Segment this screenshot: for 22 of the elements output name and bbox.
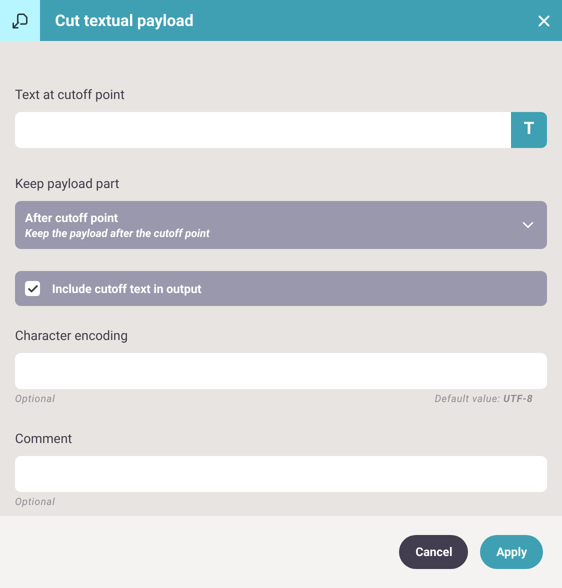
check-icon (26, 282, 38, 294)
hint-text: Optional (15, 497, 56, 509)
document-arrow-icon (11, 12, 29, 30)
select-field[interactable]: After cutoff point Keep the payload after the cutoff point (15, 201, 547, 249)
checkbox[interactable] (25, 281, 40, 296)
default-value-text: Default value: UTF-8 (434, 394, 533, 406)
apply-button[interactable]: Apply (480, 535, 543, 569)
field-label: Comment (15, 432, 74, 448)
select-value: After cutoff point (25, 210, 119, 226)
select-description: Keep the payload after the cutoff point (25, 226, 211, 240)
input-field[interactable] (15, 353, 547, 389)
checkbox-label: Include cutoff text in output (52, 280, 202, 298)
dialog-title: Cut textual payload (55, 10, 194, 32)
field-label: Text at cutoff point (15, 88, 126, 104)
hint-text: Optional (15, 394, 56, 406)
field-label: Keep payload part (15, 177, 120, 193)
input-field[interactable] (15, 456, 547, 492)
cancel-button[interactable]: Cancel (399, 535, 468, 569)
checkbox-row[interactable]: Include cutoff text in output (15, 271, 547, 306)
field-label: Character encoding (15, 329, 129, 345)
input-field[interactable]: T (15, 112, 547, 148)
text-mode-button[interactable]: T (511, 112, 547, 148)
